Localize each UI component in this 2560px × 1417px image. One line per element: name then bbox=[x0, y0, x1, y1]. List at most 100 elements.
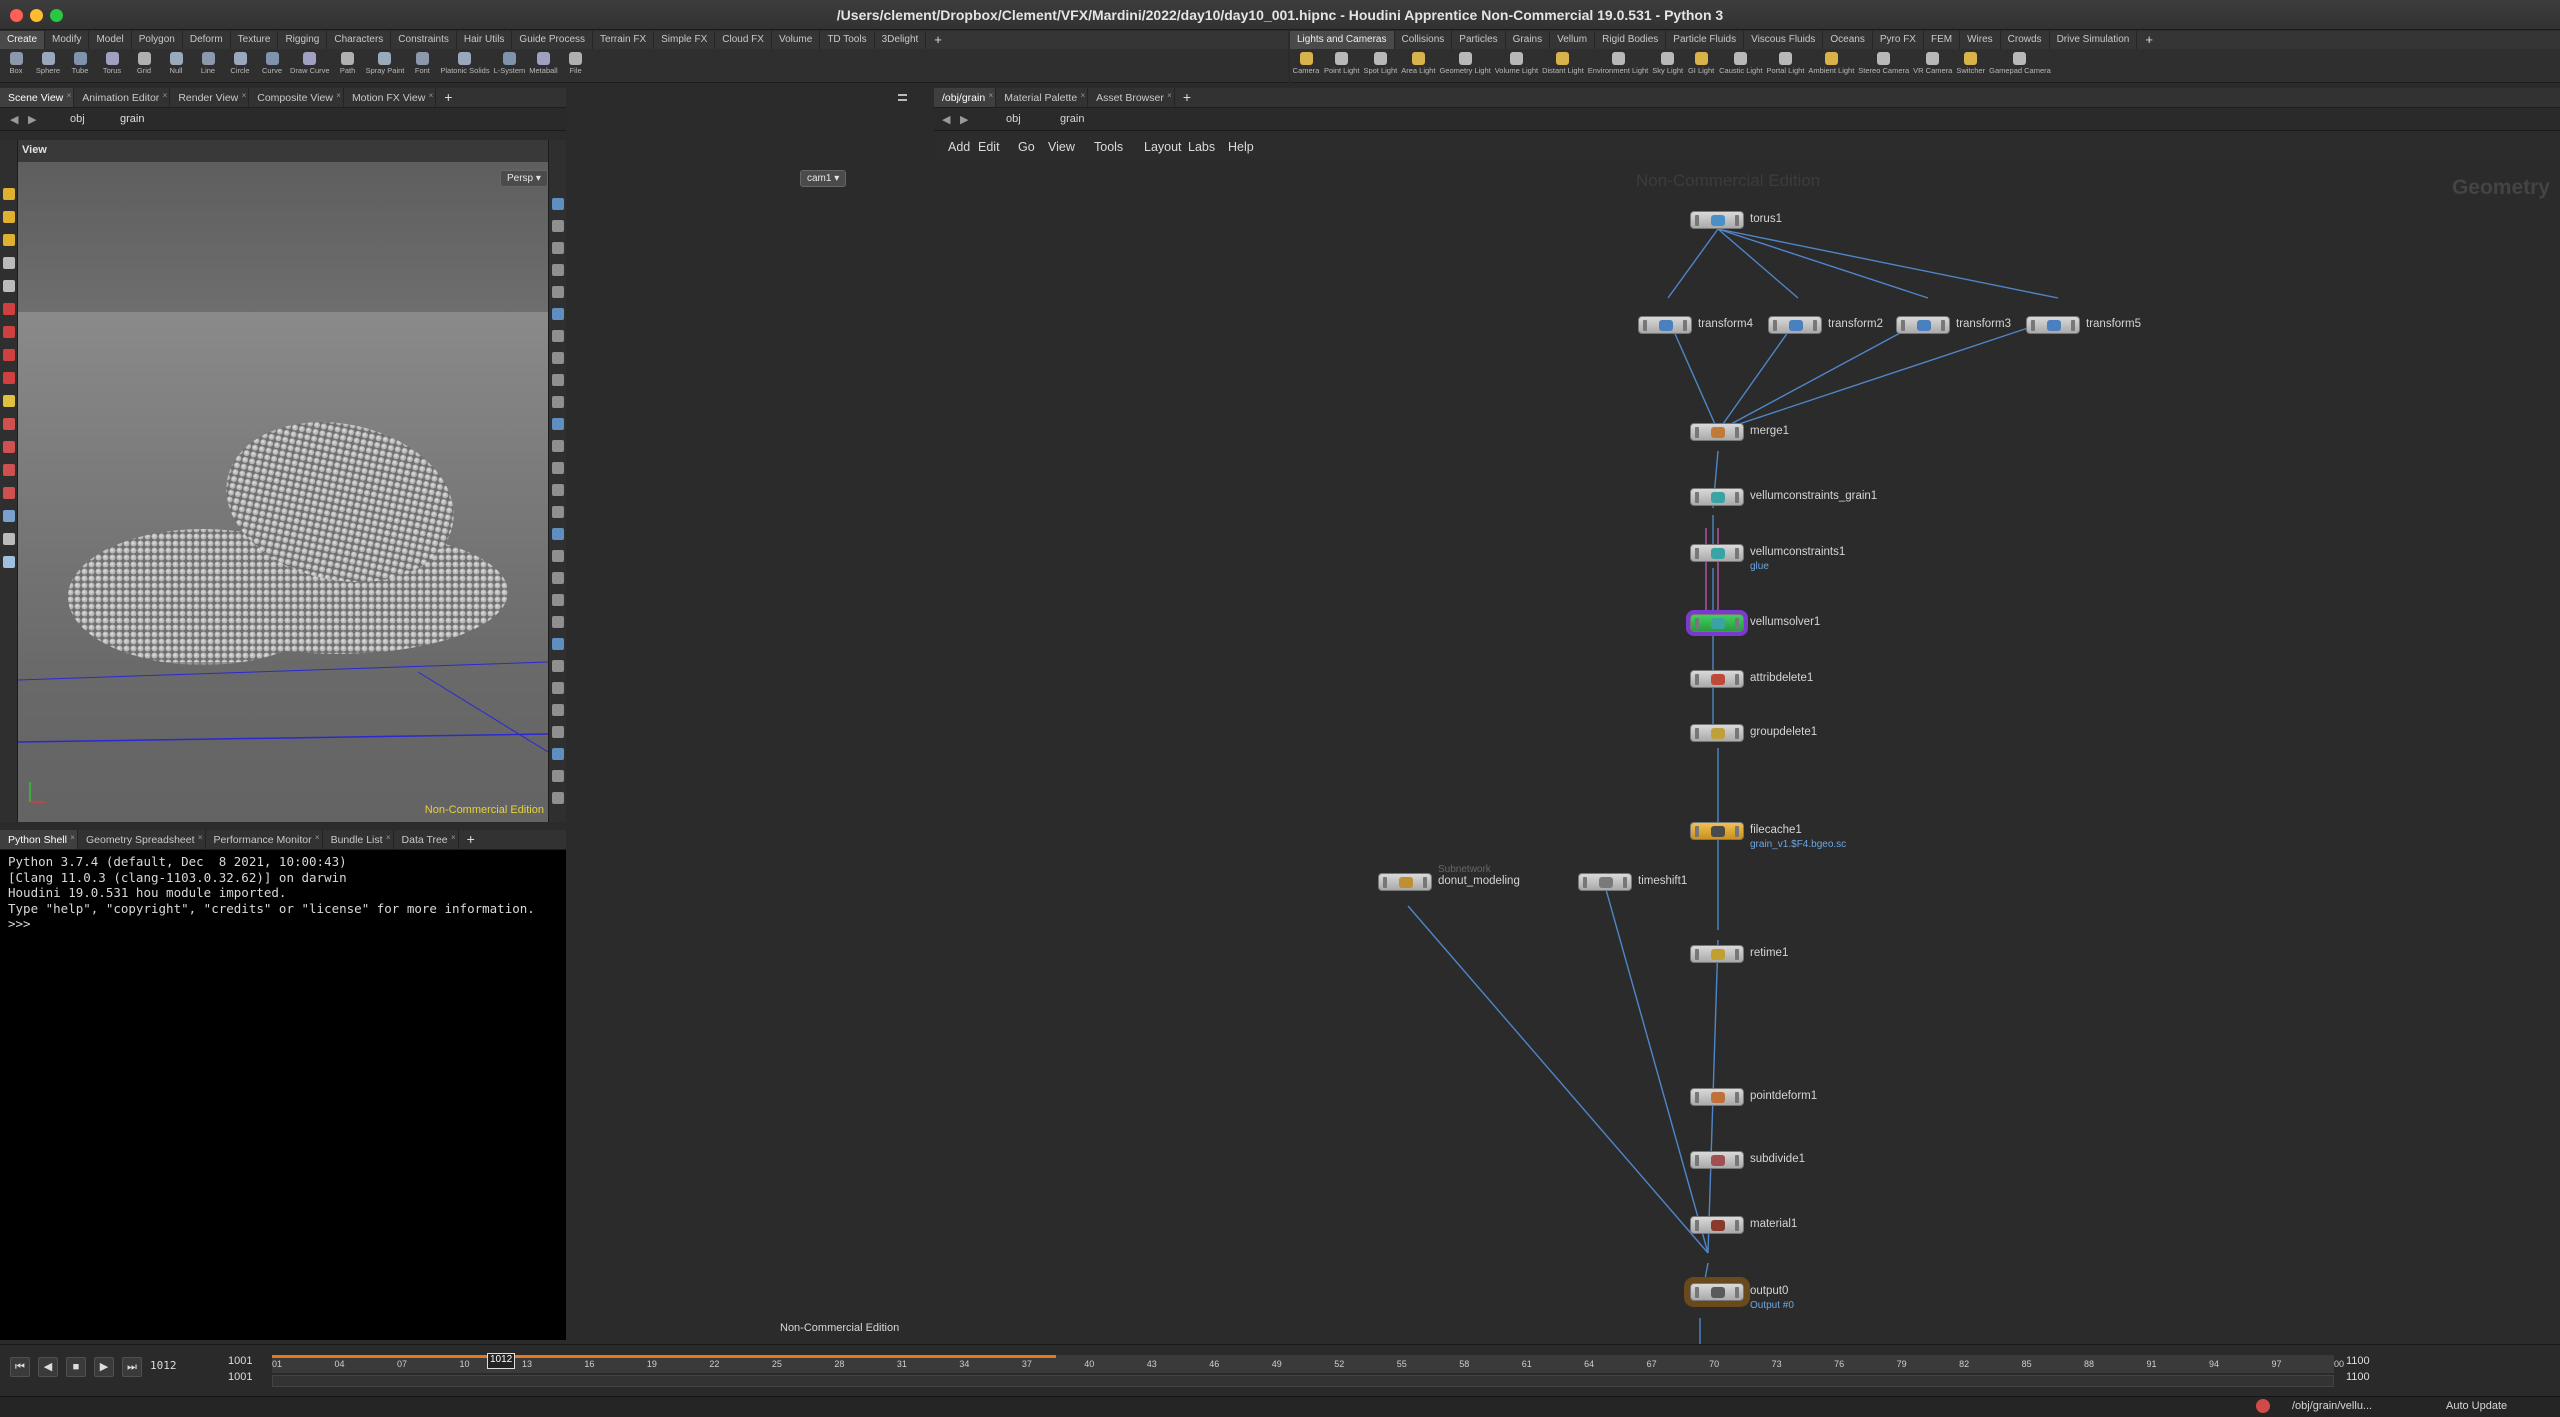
display-option-icon[interactable] bbox=[552, 682, 564, 694]
bypass-flag[interactable] bbox=[1901, 320, 1905, 331]
shelf-tab-wires[interactable]: Wires bbox=[1960, 31, 2001, 49]
display-option-icon[interactable] bbox=[552, 440, 564, 452]
node-merge1[interactable]: merge1 bbox=[1690, 423, 1950, 443]
node-transform5[interactable]: transform5 bbox=[2026, 316, 2286, 336]
pane-tab-animation-editor[interactable]: Animation Editor × bbox=[74, 88, 171, 107]
node-groupdelete1[interactable]: groupdelete1 bbox=[1690, 724, 1950, 744]
display-option-icon[interactable] bbox=[552, 264, 564, 276]
net-path-crumb-grain[interactable]: grain bbox=[1060, 113, 1084, 125]
bypass-flag[interactable] bbox=[1695, 949, 1699, 960]
bypass-flag[interactable] bbox=[1695, 1287, 1699, 1298]
bypass-flag[interactable] bbox=[1383, 877, 1387, 888]
display-flag[interactable] bbox=[1735, 427, 1739, 438]
node-body[interactable] bbox=[2026, 316, 2080, 334]
display-option-icon[interactable] bbox=[552, 506, 564, 518]
node-timeshift1[interactable]: timeshift1 bbox=[1578, 873, 1838, 893]
display-flag[interactable] bbox=[1735, 215, 1739, 226]
display-option-icon[interactable] bbox=[552, 550, 564, 562]
display-flag[interactable] bbox=[1735, 492, 1739, 503]
display-flag[interactable] bbox=[1735, 548, 1739, 559]
display-option-icon[interactable] bbox=[552, 770, 564, 782]
display-option-icon[interactable] bbox=[552, 704, 564, 716]
display-option-icon[interactable] bbox=[552, 528, 564, 540]
shelf-tab-rigging[interactable]: Rigging bbox=[278, 31, 328, 49]
shelf-tool-gi-light[interactable]: GI Light bbox=[1685, 49, 1717, 82]
tab-close-icon[interactable]: × bbox=[989, 91, 994, 100]
shelf-tool-spot-light[interactable]: Spot Light bbox=[1361, 49, 1399, 82]
display-flag[interactable] bbox=[1735, 1220, 1739, 1231]
bypass-flag[interactable] bbox=[1583, 877, 1587, 888]
net-path-crumb-obj[interactable]: obj bbox=[1006, 113, 1021, 125]
display-option-icon[interactable] bbox=[552, 660, 564, 672]
display-option-icon[interactable] bbox=[552, 792, 564, 804]
node-attribdelete1[interactable]: attribdelete1 bbox=[1690, 670, 1950, 690]
shelf-tool-distant-light[interactable]: Distant Light bbox=[1540, 49, 1586, 82]
display-flag[interactable] bbox=[1735, 826, 1739, 837]
display-option-icon[interactable] bbox=[552, 748, 564, 760]
shelf-tab-simple-fx[interactable]: Simple FX bbox=[654, 31, 716, 49]
forward-arrow-icon[interactable]: ▶ bbox=[960, 113, 968, 126]
node-body[interactable] bbox=[1690, 724, 1744, 742]
node-body[interactable] bbox=[1578, 873, 1632, 891]
shelf-tab-oceans[interactable]: Oceans bbox=[1823, 31, 1873, 49]
jump-end-button[interactable]: ⏭ bbox=[122, 1357, 142, 1377]
network-menu-go[interactable]: Go bbox=[1018, 140, 1035, 154]
shelf-tool-stereo-camera[interactable]: Stereo Camera bbox=[1856, 49, 1911, 82]
display-option-icon[interactable] bbox=[552, 484, 564, 496]
network-menu-edit[interactable]: Edit bbox=[978, 140, 1000, 154]
display-flag[interactable] bbox=[1813, 320, 1817, 331]
range-end-field[interactable]: 1100 bbox=[2346, 1371, 2370, 1383]
path-crumb-grain[interactable]: grain bbox=[120, 113, 144, 125]
shelf-tool-metaball[interactable]: Metaball bbox=[527, 49, 559, 82]
shelf-tool-line[interactable]: Line bbox=[192, 49, 224, 82]
viewport-tool-icon[interactable] bbox=[3, 372, 15, 384]
shelf-tool-torus[interactable]: Torus bbox=[96, 49, 128, 82]
shelf-tool-caustic-light[interactable]: Caustic Light bbox=[1717, 49, 1764, 82]
display-flag[interactable] bbox=[1941, 320, 1945, 331]
display-option-icon[interactable] bbox=[552, 572, 564, 584]
viewport-tool-icon[interactable] bbox=[3, 280, 15, 292]
pane-tab-data-tree[interactable]: Data Tree × bbox=[394, 830, 459, 849]
shelf-tab-grains[interactable]: Grains bbox=[1506, 31, 1551, 49]
shelf-tab-collisions[interactable]: Collisions bbox=[1395, 31, 1453, 49]
display-option-icon[interactable] bbox=[552, 594, 564, 606]
network-menu-add[interactable]: Add bbox=[948, 140, 970, 154]
bypass-flag[interactable] bbox=[1695, 826, 1699, 837]
shelf-tool-point-light[interactable]: Point Light bbox=[1322, 49, 1361, 82]
python-shell[interactable]: Python 3.7.4 (default, Dec 8 2021, 10:00… bbox=[0, 850, 566, 1340]
bypass-flag[interactable] bbox=[1695, 427, 1699, 438]
bypass-flag[interactable] bbox=[1695, 674, 1699, 685]
bypass-flag[interactable] bbox=[1695, 1155, 1699, 1166]
shelf-tool-tube[interactable]: Tube bbox=[64, 49, 96, 82]
shelf-tool-sphere[interactable]: Sphere bbox=[32, 49, 64, 82]
viewport-tool-icon[interactable] bbox=[3, 234, 15, 246]
shelf-tool-circle[interactable]: Circle bbox=[224, 49, 256, 82]
add-pane-tab-button[interactable]: + bbox=[436, 88, 460, 107]
persp-menu-button[interactable]: Persp ▾ bbox=[500, 170, 548, 187]
shelf-tab-lights-and-cameras[interactable]: Lights and Cameras bbox=[1290, 31, 1395, 49]
node-body[interactable] bbox=[1690, 670, 1744, 688]
display-flag[interactable] bbox=[1735, 618, 1739, 629]
viewport-tool-icon[interactable] bbox=[3, 188, 15, 200]
bypass-flag[interactable] bbox=[1695, 548, 1699, 559]
node-body[interactable] bbox=[1690, 423, 1744, 441]
shelf-tool-null[interactable]: Null bbox=[160, 49, 192, 82]
shelf-tab-hair-utils[interactable]: Hair Utils bbox=[457, 31, 513, 49]
shelf-tab-td-tools[interactable]: TD Tools bbox=[820, 31, 875, 49]
shelf-tool-volume-light[interactable]: Volume Light bbox=[1493, 49, 1540, 82]
play-button[interactable]: ▶ bbox=[94, 1357, 114, 1377]
shelf-tool-font[interactable]: Font bbox=[406, 49, 438, 82]
tab-close-icon[interactable]: × bbox=[242, 91, 247, 100]
viewport-tool-icon[interactable] bbox=[3, 418, 15, 430]
viewport-tool-icon[interactable] bbox=[3, 556, 15, 568]
shelf-tool-vr-camera[interactable]: VR Camera bbox=[1911, 49, 1954, 82]
shelf-tool-grid[interactable]: Grid bbox=[128, 49, 160, 82]
shelf-tool-gamepad-camera[interactable]: Gamepad Camera bbox=[1987, 49, 2053, 82]
end-frame-field[interactable]: 1100 bbox=[2346, 1355, 2370, 1367]
display-flag[interactable] bbox=[1735, 674, 1739, 685]
viewport-tool-icon[interactable] bbox=[3, 395, 15, 407]
shelf-tool-curve[interactable]: Curve bbox=[256, 49, 288, 82]
display-option-icon[interactable] bbox=[552, 462, 564, 474]
node-subdivide1[interactable]: subdivide1 bbox=[1690, 1151, 1950, 1171]
pane-tab-obj-grain[interactable]: /obj/grain × bbox=[934, 88, 997, 107]
